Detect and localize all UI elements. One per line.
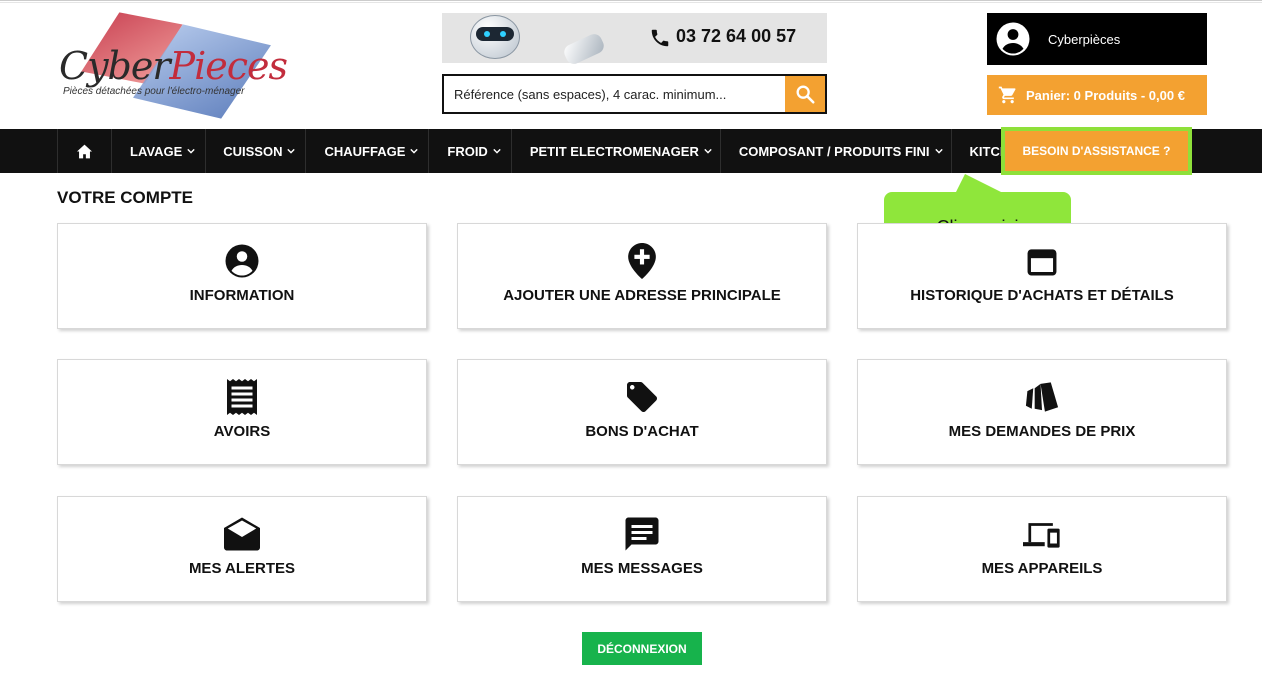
nav-item-assistance[interactable]: BESOIN D'ASSISTANCE ? — [1001, 127, 1192, 175]
receipt-icon — [227, 379, 257, 415]
tooltip-arrow — [955, 174, 1005, 194]
card-devices[interactable]: MES APPAREILS — [857, 496, 1227, 602]
nav-item-cuisson[interactable]: CUISSON — [205, 129, 305, 173]
account-button[interactable]: Cyberpièces — [987, 13, 1207, 65]
message-icon — [625, 517, 659, 551]
card-messages[interactable]: MES MESSAGES — [457, 496, 827, 602]
phone-banner: 03 72 64 00 57 — [442, 13, 827, 67]
account-circle-icon — [225, 244, 259, 278]
home-icon — [77, 144, 92, 158]
card-label: AJOUTER UNE ADRESSE PRINCIPALE — [503, 287, 781, 304]
tag-icon — [627, 382, 657, 412]
top-border — [0, 0, 1262, 3]
nav-item-composant-produits-fini[interactable]: COMPOSANT / PRODUITS FINI — [719, 129, 951, 173]
logo-tagline: Pièces détachées pour l'électro-ménager — [63, 86, 245, 97]
search-input[interactable] — [444, 76, 785, 112]
search-icon — [796, 85, 815, 104]
chevron-down-icon — [187, 148, 195, 154]
card-vouchers[interactable]: BONS D'ACHAT — [457, 359, 827, 465]
shopping-cart-icon — [998, 86, 1016, 104]
nav-item-label: CUISSON — [223, 143, 283, 159]
phone-number[interactable]: 03 72 64 00 57 — [676, 26, 796, 47]
nav-item-label: CHAUFFAGE — [324, 143, 406, 159]
chevron-down-icon — [934, 148, 943, 154]
card-credit-slips[interactable]: AVOIRS — [57, 359, 427, 465]
card-label: MES ALERTES — [188, 560, 296, 577]
logo-brand-part2: Pieces — [169, 44, 288, 88]
card-label: AVOIRS — [213, 423, 271, 440]
chevron-down-icon — [287, 148, 296, 154]
card-label: BONS D'ACHAT — [585, 423, 699, 440]
page-title: VOTRE COMPTE — [57, 188, 194, 207]
nav-item-label: COMPOSANT / PRODUITS FINI — [738, 143, 930, 159]
chevron-down-icon — [410, 148, 419, 154]
card-label: INFORMATION — [189, 287, 295, 304]
card-quote-requests[interactable]: MES DEMANDES DE PRIX — [857, 359, 1227, 465]
search-button[interactable] — [785, 76, 825, 112]
logo-brand: CyberPieces — [59, 44, 288, 88]
card-label: HISTORIQUE D'ACHATS ET DÉTAILS — [910, 287, 1174, 304]
card-label: MES APPAREILS — [981, 560, 1103, 577]
nav-item-froid[interactable]: FROID — [428, 129, 510, 173]
account-circle-icon — [996, 22, 1030, 56]
robot-hand-icon — [502, 13, 607, 67]
search-form — [442, 74, 827, 114]
nav-item-label: FROID — [447, 143, 488, 159]
card-order-history[interactable]: HISTORIQUE D'ACHATS ET DÉTAILS — [857, 223, 1227, 329]
nav-item-chauffage[interactable]: CHAUFFAGE — [305, 129, 428, 173]
cart-button[interactable]: Panier: 0 Produits - 0,00 € — [987, 75, 1207, 115]
price-cards-icon — [1025, 382, 1059, 412]
card-alerts[interactable]: MES ALERTES — [57, 496, 427, 602]
nav-item-label: LAVAGE — [130, 143, 183, 159]
cart-label: Panier: 0 Produits - 0,00 € — [1026, 87, 1185, 103]
nav-item-petit-electromenager[interactable]: PETIT ELECTROMENAGER — [510, 129, 720, 173]
nav-item-label: PETIT ELECTROMENAGER — [529, 143, 699, 159]
open-envelope-icon — [224, 517, 260, 551]
account-name: Cyberpièces — [1048, 31, 1121, 47]
chevron-down-icon — [704, 148, 712, 154]
logout-button[interactable]: DÉCONNEXION — [582, 632, 702, 665]
calendar-icon — [1027, 249, 1057, 276]
nav-item-lavage[interactable]: LAVAGE — [111, 129, 205, 173]
card-add-address[interactable]: AJOUTER UNE ADRESSE PRINCIPALE — [457, 223, 827, 329]
chevron-down-icon — [493, 148, 501, 154]
card-information[interactable]: INFORMATION — [57, 223, 427, 329]
phone-icon — [651, 29, 669, 47]
add-location-icon — [628, 243, 656, 279]
card-label: MES DEMANDES DE PRIX — [948, 423, 1136, 440]
logo-brand-part1: Cyber — [59, 44, 171, 88]
card-label: MES MESSAGES — [581, 560, 703, 577]
nav-home[interactable] — [57, 129, 111, 173]
devices-icon — [1023, 523, 1060, 548]
site-logo[interactable]: CyberPieces Pièces détachées pour l'élec… — [57, 12, 288, 119]
